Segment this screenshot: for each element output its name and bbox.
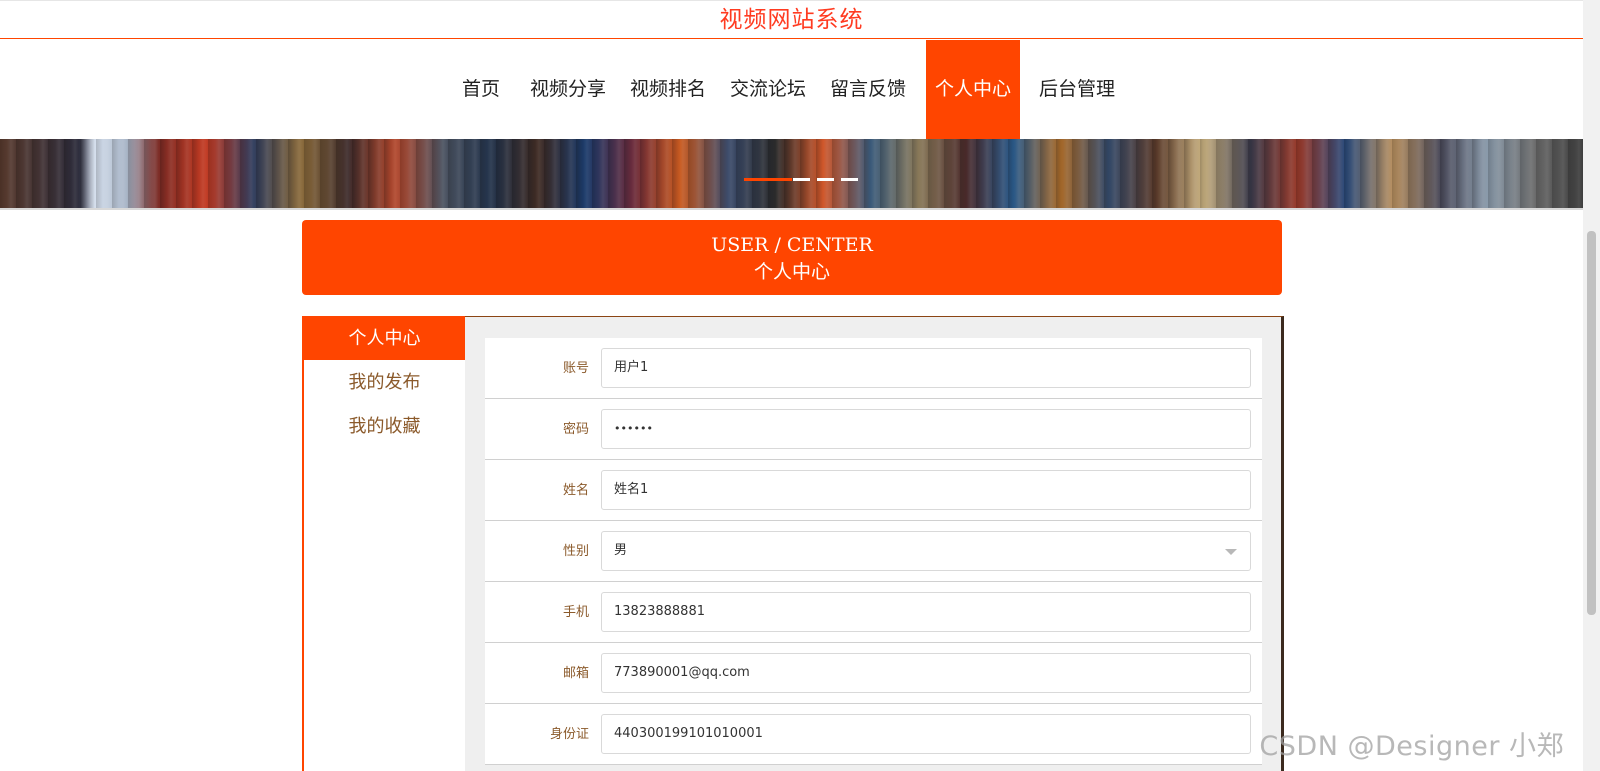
profile-form: 账号 用户1 密码 •••••• 姓名 姓名1 性别 男 手机 13823888…	[485, 338, 1262, 765]
nav-item-feedback[interactable]: 留言反馈	[826, 40, 910, 139]
form-row-account: 账号 用户1	[485, 338, 1262, 399]
header-title-en: USER / CENTER	[711, 234, 873, 256]
site-header: 视频网站系统	[0, 0, 1583, 39]
content-panel: 账号 用户1 密码 •••••• 姓名 姓名1 性别 男 手机 13823888…	[465, 316, 1284, 771]
banner-dot-2[interactable]	[793, 178, 810, 181]
password-input[interactable]: ••••••	[601, 409, 1251, 449]
gender-select-value: 男	[614, 543, 628, 558]
banner-dot-3[interactable]	[817, 178, 834, 181]
page-scrollbar[interactable]	[1583, 0, 1600, 771]
form-row-name: 姓名 姓名1	[485, 460, 1262, 521]
sidebar-item-my-favorites[interactable]: 我的收藏	[304, 405, 465, 448]
banner-dot-4[interactable]	[841, 178, 858, 181]
email-label: 邮箱	[562, 666, 589, 681]
nav-item-video-ranking[interactable]: 视频排名	[626, 40, 710, 139]
sidebar: 个人中心 我的发布 我的收藏	[302, 316, 465, 771]
form-row-email: 邮箱 773890001@qq.com	[485, 643, 1262, 704]
sidebar-item-my-posts[interactable]: 我的发布	[304, 361, 465, 404]
site-title: 视频网站系统	[719, 7, 864, 33]
user-center-header: USER / CENTER 个人中心	[302, 220, 1282, 295]
phone-label: 手机	[562, 605, 589, 620]
banner-dot-1[interactable]	[744, 178, 792, 181]
nav-item-video-share[interactable]: 视频分享	[526, 40, 610, 139]
form-row-password: 密码 ••••••	[485, 399, 1262, 460]
form-row-phone: 手机 13823888881	[485, 582, 1262, 643]
chevron-down-icon	[1225, 549, 1237, 555]
banner-carousel[interactable]	[0, 139, 1583, 210]
form-row-id-card: 身份证 440300199101010001	[485, 704, 1262, 765]
gender-select[interactable]: 男	[601, 531, 1251, 571]
watermark: CSDN @Designer 小郑	[1259, 731, 1564, 762]
gender-label: 性别	[562, 544, 589, 559]
header-title-cn: 个人中心	[753, 261, 830, 283]
id-card-input[interactable]: 440300199101010001	[601, 714, 1251, 754]
nav-item-home[interactable]: 首页	[457, 40, 505, 139]
name-label: 姓名	[562, 483, 589, 498]
form-row-gender: 性别 男	[485, 521, 1262, 582]
account-input[interactable]: 用户1	[601, 348, 1251, 388]
main-nav: 首页 视频分享 视频排名 交流论坛 留言反馈 个人中心 后台管理	[0, 40, 1583, 139]
account-label: 账号	[562, 361, 589, 376]
nav-item-forum[interactable]: 交流论坛	[726, 40, 810, 139]
name-input[interactable]: 姓名1	[601, 470, 1251, 510]
password-label: 密码	[562, 422, 589, 437]
phone-input[interactable]: 13823888881	[601, 592, 1251, 632]
nav-item-admin[interactable]: 后台管理	[1035, 40, 1119, 139]
nav-item-user-center[interactable]: 个人中心	[926, 40, 1020, 139]
scrollbar-thumb[interactable]	[1587, 231, 1596, 615]
email-input[interactable]: 773890001@qq.com	[601, 653, 1251, 693]
id-card-label: 身份证	[549, 727, 589, 742]
sidebar-item-user-center[interactable]: 个人中心	[304, 317, 465, 360]
